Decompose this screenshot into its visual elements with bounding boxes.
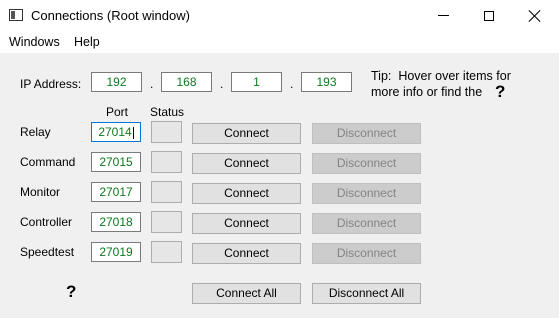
port-field-speedtest[interactable]: 27019: [91, 242, 141, 262]
tip-line-2: more info or find the: [371, 85, 483, 99]
connect-all-button[interactable]: Connect All: [192, 283, 301, 304]
ip-octet-3-field[interactable]: 1: [231, 72, 282, 92]
text-cursor: [132, 126, 134, 139]
footer-help-icon[interactable]: ?: [66, 282, 76, 302]
status-indicator-controller: [151, 211, 182, 233]
ip-address-label: IP Address:: [20, 77, 82, 91]
disconnect-button-speedtest[interactable]: Disconnect: [312, 243, 421, 264]
service-label-relay: Relay: [20, 125, 51, 139]
ip-octet-4-field[interactable]: 193: [301, 72, 352, 92]
disconnect-button-relay[interactable]: Disconnect: [312, 123, 421, 144]
disconnect-all-button[interactable]: Disconnect All: [312, 283, 421, 304]
ip-separator: .: [150, 77, 154, 91]
port-column-header: Port: [106, 105, 129, 119]
status-indicator-monitor: [151, 181, 182, 203]
tip-line-1: Hover over items for: [398, 69, 511, 83]
tip-prefix: Tip:: [371, 69, 392, 83]
minimize-button[interactable]: [420, 0, 466, 31]
disconnect-button-command[interactable]: Disconnect: [312, 153, 421, 174]
status-column-header: Status: [150, 105, 185, 119]
close-icon: [529, 10, 541, 22]
status-indicator-relay: [151, 121, 182, 143]
ip-octet-1-field[interactable]: 192: [91, 72, 142, 92]
port-value: 27014: [98, 125, 132, 139]
port-field-monitor[interactable]: 27017: [91, 182, 141, 202]
tip-text: Tip: Hover over items for more info or f…: [371, 68, 511, 100]
status-indicator-command: [151, 151, 182, 173]
port-field-controller[interactable]: 27018: [91, 212, 141, 232]
connect-button-command[interactable]: Connect: [192, 153, 301, 174]
minimize-icon: [437, 15, 449, 16]
connect-button-speedtest[interactable]: Connect: [192, 243, 301, 264]
connect-button-monitor[interactable]: Connect: [192, 183, 301, 204]
port-field-command[interactable]: 27015: [91, 152, 141, 172]
disconnect-button-monitor[interactable]: Disconnect: [312, 183, 421, 204]
connect-button-relay[interactable]: Connect: [192, 123, 301, 144]
port-field-relay[interactable]: 27014: [91, 122, 141, 142]
service-label-command: Command: [20, 155, 76, 169]
service-label-monitor: Monitor: [20, 185, 61, 199]
service-label-controller: Controller: [20, 215, 73, 229]
ip-separator: .: [290, 77, 294, 91]
maximize-icon: [484, 10, 494, 21]
menu-bar: Windows Help: [0, 31, 559, 53]
service-label-speedtest: Speedtest: [20, 245, 75, 259]
close-button[interactable]: [512, 0, 558, 31]
maximize-button[interactable]: [466, 0, 512, 31]
title-bar[interactable]: Connections (Root window): [0, 0, 559, 32]
menu-windows[interactable]: Windows: [9, 35, 60, 49]
ip-octet-2-field[interactable]: 168: [161, 72, 212, 92]
ip-separator: .: [220, 77, 224, 91]
window-title: Connections (Root window): [31, 8, 190, 23]
disconnect-button-controller[interactable]: Disconnect: [312, 213, 421, 234]
status-indicator-speedtest: [151, 241, 182, 263]
connect-button-controller[interactable]: Connect: [192, 213, 301, 234]
app-icon: [9, 9, 23, 21]
menu-help[interactable]: Help: [74, 35, 100, 49]
help-question-icon[interactable]: ?: [495, 82, 505, 102]
